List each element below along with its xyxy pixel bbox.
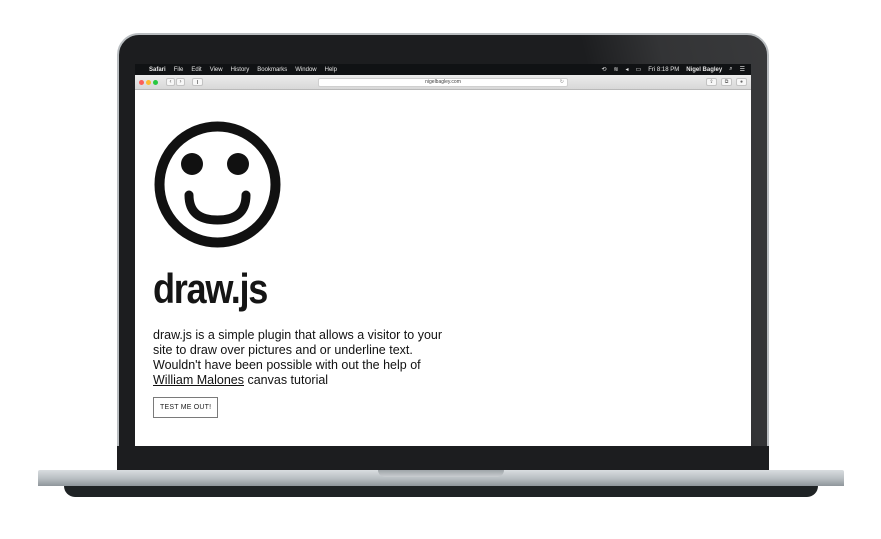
close-window-button[interactable]: [139, 79, 144, 85]
laptop-notch: [378, 470, 504, 477]
laptop-chin: [117, 446, 769, 470]
description-text: draw.js is a simple plugin that allows a…: [153, 328, 443, 372]
menu-bookmarks[interactable]: Bookmarks: [257, 67, 287, 73]
browser-toolbar: ‹ › nigelbagley.com ↻ ⇪ ⧉ ●: [135, 75, 751, 90]
maximize-window-button[interactable]: [153, 79, 158, 85]
laptop-screen: Safari File Edit View History Bookmarks …: [135, 64, 751, 446]
window-controls: [139, 79, 160, 85]
page-description: draw.js is a simple plugin that allows a…: [153, 328, 453, 388]
menu-help[interactable]: Help: [325, 67, 337, 73]
reload-icon[interactable]: ↻: [560, 79, 564, 86]
downloads-button[interactable]: ●: [736, 78, 747, 86]
forward-button[interactable]: ›: [176, 78, 185, 86]
menu-file[interactable]: File: [174, 67, 184, 73]
time-machine-icon[interactable]: ⟲: [601, 66, 606, 73]
notification-center-icon[interactable]: ☰: [740, 66, 745, 73]
menubar-clock[interactable]: Fri 8:18 PM: [648, 67, 679, 73]
laptop-base-bottom: [64, 486, 818, 497]
menu-app-name[interactable]: Safari: [149, 67, 166, 73]
share-button[interactable]: ⇪: [706, 78, 717, 86]
smiley-face-icon: [154, 121, 281, 248]
test-me-out-button[interactable]: TEST ME OUT!: [153, 397, 219, 418]
menu-view[interactable]: View: [210, 67, 223, 73]
menu-window[interactable]: Window: [295, 67, 316, 73]
tabs-overview-button[interactable]: ⧉: [721, 78, 732, 86]
sidebar-toggle-button[interactable]: [192, 78, 203, 86]
address-bar[interactable]: nigelbagley.com ↻: [318, 78, 568, 87]
menu-history[interactable]: History: [231, 67, 250, 73]
description-text-end: canvas tutorial: [244, 373, 329, 387]
minimize-window-button[interactable]: [146, 79, 151, 85]
spotlight-icon[interactable]: ⌕: [729, 66, 732, 73]
william-malones-link[interactable]: William Malones: [153, 373, 244, 387]
page-title: draw.js: [153, 265, 268, 312]
back-button[interactable]: ‹: [166, 78, 175, 86]
volume-icon[interactable]: ◂: [626, 66, 629, 73]
menubar-status-area: ⟲ ≋ ◂ ▭ Fri 8:18 PM Nigel Bagley ⌕ ☰: [594, 66, 745, 73]
battery-icon[interactable]: ▭: [636, 66, 642, 73]
page-content: draw.js draw.js is a simple plugin that …: [135, 90, 751, 446]
menu-edit[interactable]: Edit: [191, 67, 201, 73]
toolbar-right-buttons: ⇪ ⧉ ●: [702, 78, 747, 86]
macos-menubar: Safari File Edit View History Bookmarks …: [135, 64, 751, 75]
wifi-icon[interactable]: ≋: [613, 66, 618, 73]
address-bar-url: nigelbagley.com: [425, 79, 461, 85]
menubar-user[interactable]: Nigel Bagley: [686, 67, 722, 73]
